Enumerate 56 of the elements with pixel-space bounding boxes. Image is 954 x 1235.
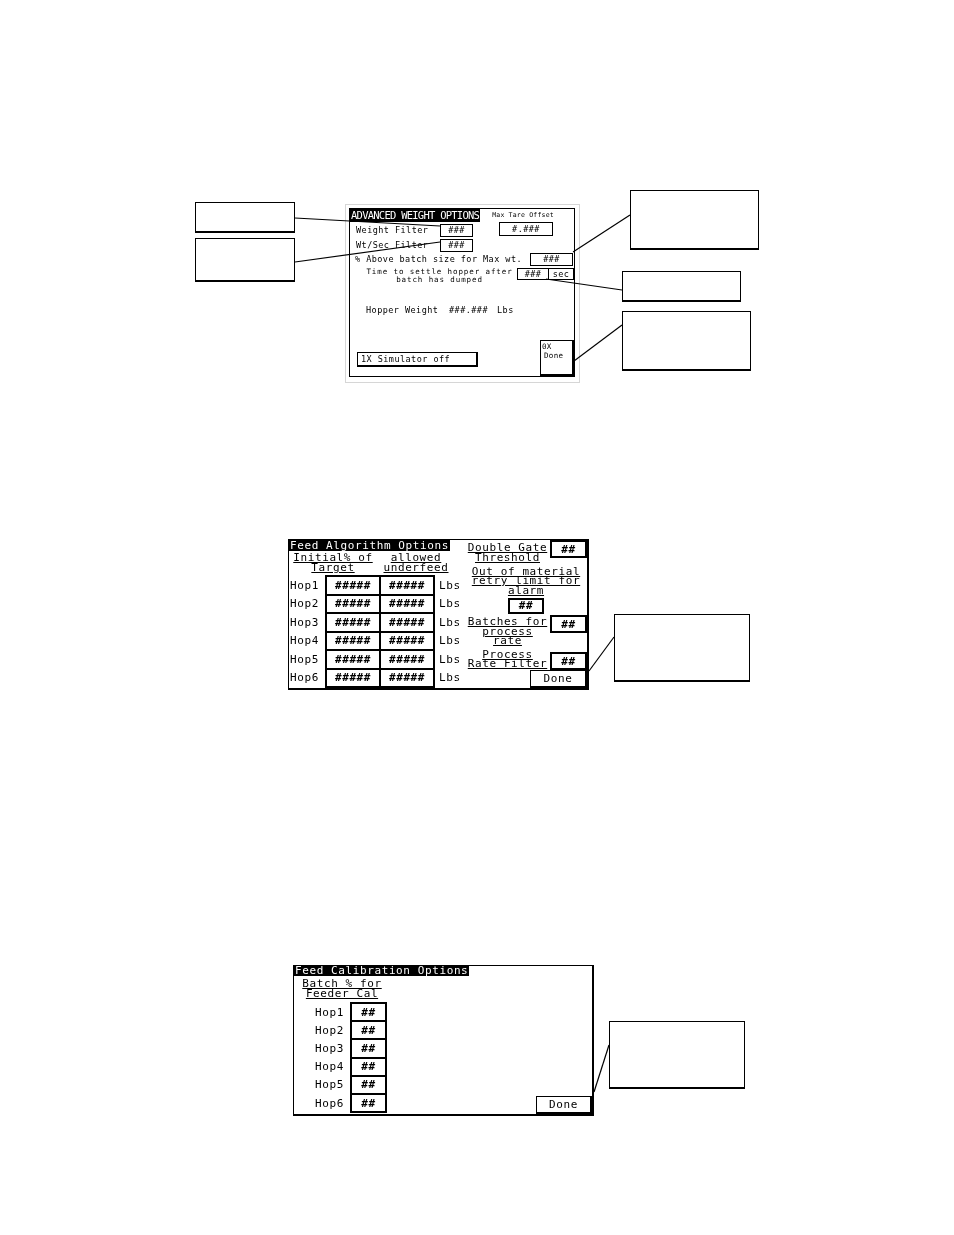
field-label: Batches for process rate <box>466 614 549 649</box>
field-label: Hopper Weight <box>365 305 440 315</box>
row-label: Hop1 <box>289 579 320 591</box>
input-field[interactable]: ### <box>440 223 473 237</box>
input-field[interactable]: ## <box>550 615 587 633</box>
input-field[interactable]: ## <box>350 1056 387 1077</box>
unit-label: Lbs <box>438 672 461 684</box>
unit-label: sec <box>548 268 574 280</box>
row-label: Hop3 <box>314 1042 345 1054</box>
input-field[interactable]: ## <box>508 597 544 614</box>
weight-readout: ###.### <box>449 305 489 315</box>
input-field[interactable]: ## <box>350 1092 387 1114</box>
row-label: Hop5 <box>289 653 320 665</box>
input-field[interactable]: ## <box>350 1038 387 1059</box>
field-label: Out of material retry limit for alarm <box>471 566 581 595</box>
input-field[interactable]: ### <box>530 252 573 266</box>
row-label: Hop2 <box>314 1024 345 1036</box>
row-label: Hop2 <box>289 598 320 610</box>
unit-label: Lbs <box>497 305 514 315</box>
row-label: Hop6 <box>289 672 320 684</box>
input-field[interactable]: ## <box>350 1074 387 1095</box>
column-heading: allowed underfeed <box>382 553 450 575</box>
input-field[interactable]: ##### <box>379 667 435 688</box>
row-label: Hop3 <box>289 616 320 628</box>
unit-label: Lbs <box>438 653 461 665</box>
done-button[interactable]: Done <box>530 670 587 688</box>
input-field[interactable]: ## <box>350 1002 387 1023</box>
input-field[interactable]: ### <box>440 238 473 252</box>
done-button[interactable]: Done <box>536 1096 592 1114</box>
field-label: Double Gate Threshold <box>466 540 549 566</box>
input-field[interactable]: ##### <box>325 667 381 688</box>
unit-label: Lbs <box>438 616 461 628</box>
screen-title: Feed Calibration Options <box>294 966 470 976</box>
field-label: % Above batch size for Max wt. <box>354 254 524 264</box>
simulator-button[interactable]: 1X Simulator off <box>357 352 478 367</box>
column-heading: Initial% of Target <box>292 553 374 575</box>
row-label: Hop4 <box>289 635 320 647</box>
field-label: Weight Filter <box>355 225 430 235</box>
unit-label: Lbs <box>438 635 461 647</box>
field-label: Process Rate Filter <box>466 649 549 669</box>
input-field[interactable]: ## <box>550 540 587 558</box>
input-field[interactable]: ## <box>350 1020 387 1041</box>
unit-label: Lbs <box>438 579 461 591</box>
column-heading: Batch % for Feeder Cal <box>302 976 382 1002</box>
screen-title: Feed Algorithm Options <box>289 540 450 551</box>
row-label: Hop6 <box>314 1097 345 1109</box>
input-field[interactable]: ## <box>550 652 587 670</box>
input-field[interactable]: #.### <box>499 222 553 236</box>
row-label: Hop5 <box>314 1079 345 1091</box>
input-field[interactable]: ### <box>517 268 549 280</box>
row-label: Hop4 <box>314 1061 345 1073</box>
input-field[interactable]: ##### <box>325 575 381 596</box>
input-field[interactable]: ##### <box>379 575 435 596</box>
screen-title: ADVANCED WEIGHT OPTIONS <box>350 209 481 222</box>
unit-label: Lbs <box>438 598 461 610</box>
row-label: Hop1 <box>314 1006 345 1018</box>
